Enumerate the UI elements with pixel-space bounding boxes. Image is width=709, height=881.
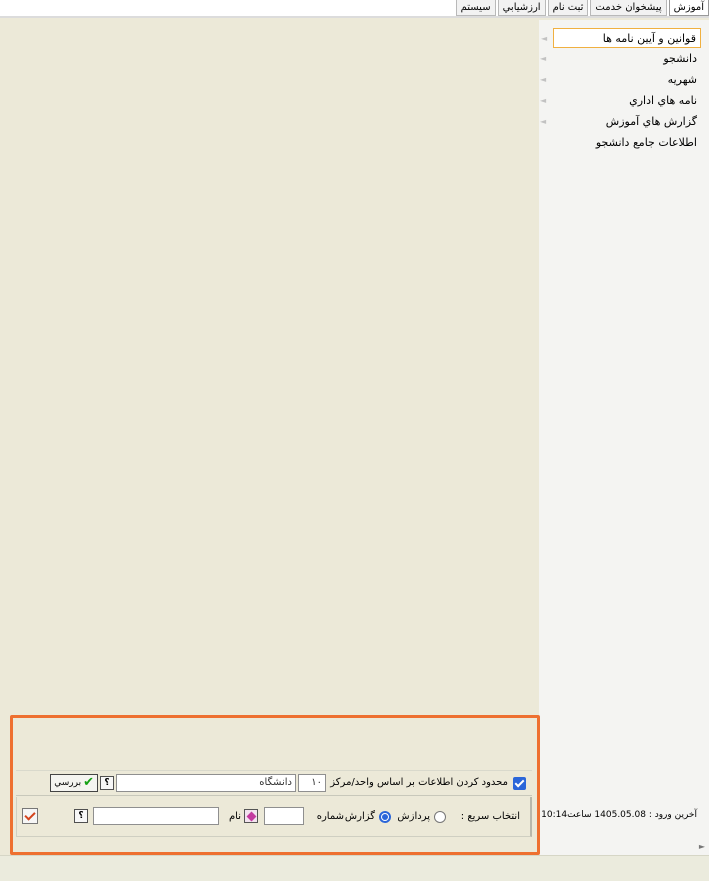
menu-item-label: نامه هاي اداري [629,94,697,107]
check-button-label: بررسي [54,778,82,788]
menu-item-label: گزارش هاي آموزش [605,115,697,128]
scroll-right-icon[interactable]: ► [699,842,705,851]
menu-item-label: شهريه [667,73,697,86]
name-input[interactable] [93,807,219,825]
check-button[interactable]: ✔ بررسي [50,774,98,792]
expand-arrow-icon: ◄ [540,96,547,105]
checkmark-icon: ✔ [83,775,94,790]
radio-process[interactable] [434,811,446,823]
expand-arrow-icon: ◄ [540,117,547,126]
name-label: نام [228,811,241,822]
restrict-checkbox[interactable] [513,777,526,790]
menu-item-rules[interactable]: قوانين و آيين نامه ها ◄ [541,28,701,48]
quick-select-label: انتخاب سريع : [460,811,520,822]
side-menu: قوانين و آيين نامه ها ◄ دانشجو ◄ شهريه ◄… [540,28,701,154]
menu-item-label: دانشجو [663,52,697,65]
restrict-label: محدود کردن اطلاعات بر اساس واحد/مرکز [330,777,508,788]
menu-item-tuition[interactable]: شهريه ◄ [540,70,701,90]
unit-help-button[interactable]: ؟ [100,776,114,790]
menu-item-letters[interactable]: نامه هاي اداري ◄ [540,91,701,111]
menu-item-reports[interactable]: گزارش هاي آموزش ◄ [540,112,701,132]
top-tab-strip: آموزش پيشخوان خدمت ثبت نام ارزشيابي سيست… [0,0,709,18]
quick-select-row: انتخاب سريع : پردازش گزارش شماره نام ؟ [16,797,532,837]
number-input[interactable] [264,807,304,825]
bottom-status-strip [0,855,709,881]
right-menu-panel: قوانين و آيين نامه ها ◄ دانشجو ◄ شهريه ◄… [539,20,709,855]
tab-pishkhan-khedmat[interactable]: پيشخوان خدمت [590,0,667,16]
tab-sabt-nam[interactable]: ثبت نام [547,0,589,16]
radio-process-label: پردازش [397,811,430,822]
menu-item-label: اطلاعات جامع دانشجو [595,136,697,149]
radio-report[interactable] [379,811,391,823]
menu-item-student[interactable]: دانشجو ◄ [540,49,701,69]
tab-bar: آموزش پيشخوان خدمت ثبت نام ارزشيابي سيست… [454,0,709,16]
last-login-text: آخرين ورود : 1405.05.08 ساعت10:14 [541,810,697,820]
tab-system[interactable]: سيستم [455,0,496,16]
tab-arzeshyabi[interactable]: ارزشيابي [497,0,546,16]
confirm-check-icon[interactable] [22,808,38,824]
number-label: شماره [316,811,344,822]
name-picker-icon[interactable] [244,809,258,823]
menu-item-student-info[interactable]: اطلاعات جامع دانشجو [553,133,701,153]
quick-help-button[interactable]: ؟ [74,809,88,823]
unit-name-input[interactable]: دانشگاه [116,774,296,792]
expand-arrow-icon: ◄ [540,54,547,63]
expand-arrow-icon: ◄ [540,75,547,84]
expand-arrow-icon: ◄ [541,34,548,43]
unit-filter-row: محدود کردن اطلاعات بر اساس واحد/مرکز ۱۰ … [16,770,532,796]
unit-code-input[interactable]: ۱۰ [298,774,326,792]
radio-report-label: گزارش [344,811,375,822]
tab-amuzesh[interactable]: آموزش [668,0,709,16]
menu-item-label: قوانين و آيين نامه ها [602,32,696,45]
